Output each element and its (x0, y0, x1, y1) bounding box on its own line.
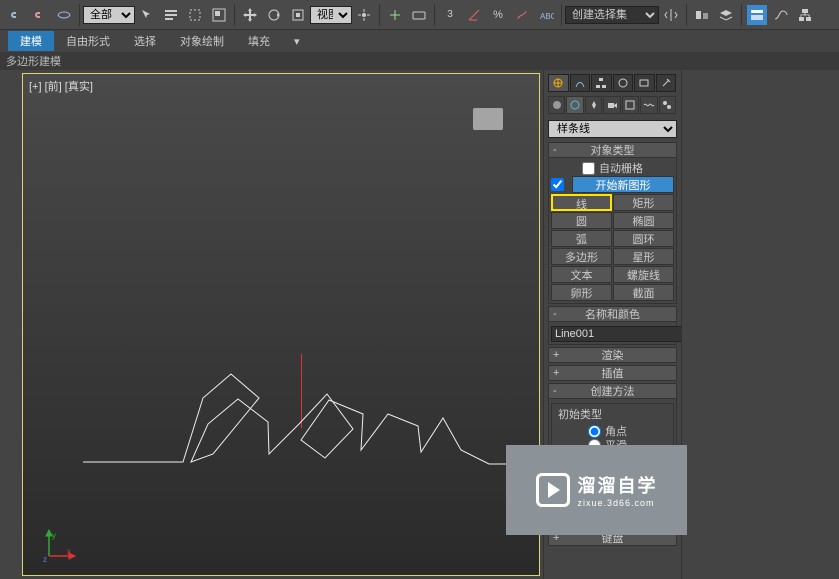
separator (234, 4, 235, 26)
rotate-icon[interactable] (264, 5, 284, 25)
start-new-shape-checkbox[interactable] (551, 178, 564, 191)
rectangle-button[interactable]: 矩形 (613, 194, 674, 211)
watermark-url: zixue.3d66.com (578, 498, 658, 508)
ribbon-toggle-icon[interactable] (747, 5, 767, 25)
star-button[interactable]: 星形 (613, 248, 674, 265)
percent-snap-icon[interactable]: % (488, 5, 508, 25)
separator (741, 4, 742, 26)
schematic-view-icon[interactable] (795, 5, 815, 25)
motion-panel-tab[interactable] (613, 74, 634, 92)
separator (379, 4, 380, 26)
separator (686, 4, 687, 26)
tab-selection[interactable]: 选择 (122, 31, 168, 51)
helpers-category-icon[interactable] (622, 96, 639, 114)
layers-icon[interactable] (716, 5, 736, 25)
keyboard-shortcut-icon[interactable] (409, 5, 429, 25)
tab-populate[interactable]: 填充 (236, 31, 282, 51)
svg-text:ABC: ABC (540, 12, 554, 21)
tab-freeform[interactable]: 自由形式 (54, 31, 122, 51)
spline-drawing (63, 344, 533, 484)
systems-category-icon[interactable] (659, 96, 676, 114)
bind-icon[interactable] (54, 5, 74, 25)
select-by-name-icon[interactable] (161, 5, 181, 25)
auto-grid-label: 自动栅格 (599, 160, 643, 176)
lights-category-icon[interactable] (585, 96, 602, 114)
scale-icon[interactable] (288, 5, 308, 25)
tab-dropdown-icon[interactable]: ▾ (282, 33, 312, 50)
select-region-rect-icon[interactable] (185, 5, 205, 25)
window-crossing-icon[interactable] (209, 5, 229, 25)
helix-button[interactable]: 螺旋线 (613, 266, 674, 283)
select-manipulate-icon[interactable] (385, 5, 405, 25)
geometry-category-icon[interactable] (548, 96, 565, 114)
select-object-icon[interactable] (137, 5, 157, 25)
object-name-input[interactable] (551, 326, 701, 342)
display-panel-tab[interactable] (634, 74, 655, 92)
named-selection-dropdown[interactable]: 创建选择集 (565, 6, 659, 24)
initial-corner-radio[interactable] (588, 425, 601, 438)
svg-text:z: z (43, 555, 47, 562)
viewport-front[interactable]: [+] [前] [真实] y x z 溜溜自 (22, 73, 540, 576)
hierarchy-panel-tab[interactable] (591, 74, 612, 92)
rollout-rendering[interactable]: +渲染 (548, 347, 677, 363)
tab-object-paint[interactable]: 对象绘制 (168, 31, 236, 51)
play-icon (536, 473, 570, 507)
svg-text:y: y (52, 531, 56, 540)
snap-3-icon[interactable]: 3 (440, 5, 460, 25)
use-pivot-center-icon[interactable] (354, 5, 374, 25)
donut-button[interactable]: 圆环 (613, 230, 674, 247)
reference-coord-dropdown[interactable]: 视图 (310, 6, 352, 24)
separator (561, 4, 562, 26)
separator (79, 4, 80, 26)
tab-modeling[interactable]: 建模 (8, 31, 54, 51)
spinner-snap-icon[interactable] (512, 5, 532, 25)
svg-text:x: x (67, 547, 71, 556)
rollout-object-type[interactable]: -对象类型 (548, 142, 677, 158)
modify-panel-tab[interactable] (570, 74, 591, 92)
rollout-creation-method[interactable]: -创建方法 (548, 383, 677, 399)
unlink-icon[interactable] (30, 5, 50, 25)
auto-grid-checkbox[interactable] (582, 162, 595, 175)
cameras-category-icon[interactable] (603, 96, 620, 114)
curve-editor-icon[interactable] (771, 5, 791, 25)
text-button[interactable]: 文本 (551, 266, 612, 283)
polygon-modeling-label: 多边形建模 (0, 52, 839, 70)
arc-button[interactable]: 弧 (551, 230, 612, 247)
create-panel-tab[interactable] (548, 74, 569, 92)
circle-button[interactable]: 圆 (551, 212, 612, 229)
shapes-category-icon[interactable] (566, 96, 583, 114)
start-new-shape-button[interactable]: 开始新图形 (572, 176, 674, 193)
rollout-interpolation[interactable]: +插值 (548, 365, 677, 381)
watermark-overlay: 溜溜自学 zixue.3d66.com (506, 445, 687, 535)
utilities-panel-tab[interactable] (656, 74, 677, 92)
viewport-label[interactable]: [+] [前] [真实] (29, 78, 93, 94)
section-button[interactable]: 截面 (613, 284, 674, 301)
rollout-name-color[interactable]: -名称和颜色 (548, 306, 677, 322)
viewport-axis-tripod: y x z (43, 528, 77, 565)
edit-named-sel-icon[interactable]: ABC (536, 5, 556, 25)
viewcube[interactable] (473, 108, 503, 130)
spacewarps-category-icon[interactable] (640, 96, 657, 114)
align-icon[interactable] (692, 5, 712, 25)
separator (434, 4, 435, 26)
egg-button[interactable]: 卵形 (551, 284, 612, 301)
link-icon[interactable] (6, 5, 26, 25)
move-icon[interactable] (240, 5, 260, 25)
ellipse-button[interactable]: 椭圆 (613, 212, 674, 229)
watermark-brand: 溜溜自学 (578, 472, 658, 498)
line-button[interactable]: 线 (551, 194, 612, 211)
initial-type-label: 初始类型 (558, 406, 667, 422)
ngon-button[interactable]: 多边形 (551, 248, 612, 265)
selection-filter-dropdown[interactable]: 全部 (83, 6, 135, 24)
angle-snap-icon[interactable] (464, 5, 484, 25)
shape-type-dropdown[interactable]: 样条线 (548, 120, 677, 138)
mirror-icon[interactable] (661, 5, 681, 25)
